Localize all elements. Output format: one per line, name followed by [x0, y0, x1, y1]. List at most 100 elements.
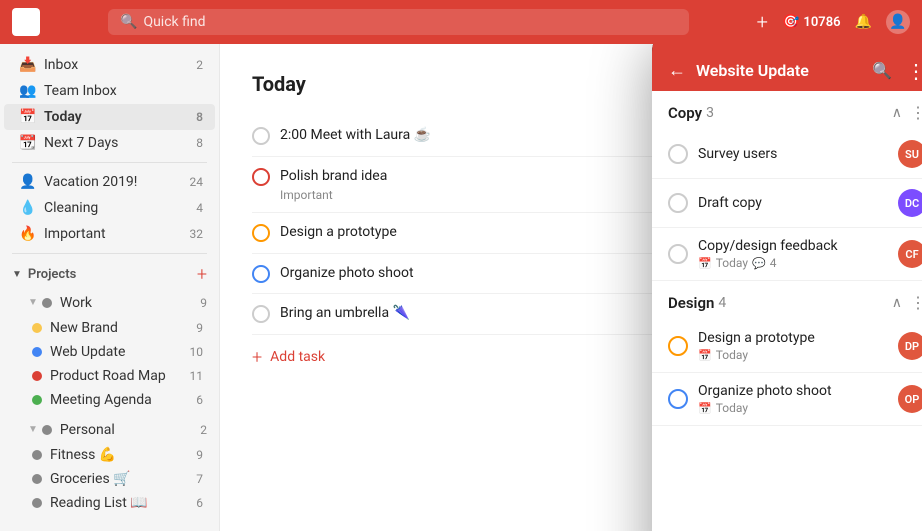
work-dot [42, 298, 52, 308]
important-count: 32 [190, 227, 204, 241]
phone-search-icon[interactable]: 🔍 [872, 61, 892, 81]
reading-label: Reading List 📖 [50, 495, 148, 511]
sidebar-label-important: Important [44, 226, 106, 242]
new-brand-count: 9 [196, 321, 203, 335]
sidebar-item-today[interactable]: 📅 Today 8 [4, 104, 215, 130]
copy-chevron-icon[interactable]: ∧ [892, 105, 902, 121]
project-item-web-update[interactable]: Web Update 10 [4, 340, 215, 364]
sidebar-item-next7[interactable]: 📆 Next 7 Days 8 [4, 130, 215, 156]
web-update-count: 10 [190, 345, 204, 359]
coffee-emoji: ☕ [414, 127, 431, 143]
project-item-new-brand[interactable]: New Brand 9 [4, 316, 215, 340]
phone-more-icon[interactable]: ⋮ [906, 61, 922, 81]
sidebar-label-today: Today [44, 109, 82, 125]
new-brand-label: New Brand [50, 320, 118, 336]
task-text-3: Design a prototype [280, 223, 397, 243]
sidebar-item-cleaning[interactable]: 💧 Cleaning 4 [4, 195, 215, 221]
sidebar-label-cleaning: Cleaning [44, 200, 98, 216]
avatar-button[interactable]: 👤 [886, 10, 910, 34]
web-update-dot [32, 347, 42, 357]
sidebar-divider-1 [12, 162, 207, 163]
search-bar[interactable]: 🔍 Quick find [108, 9, 689, 35]
work-label[interactable]: Work [60, 295, 200, 311]
phone-section-copy-header: Copy 3 ∧ ⋮ [668, 103, 922, 130]
team-icon: 👥 [20, 83, 36, 99]
app-logo[interactable] [12, 8, 40, 36]
survey-avatar: SU [898, 140, 922, 168]
new-brand-dot [32, 323, 42, 333]
phone-task-draft: Draft copy DC [652, 179, 922, 228]
add-project-icon[interactable]: + [197, 264, 207, 285]
organize-photo-circle[interactable] [668, 389, 688, 409]
main-layout: 📥 Inbox 2 👥 Team Inbox 📅 Today 8 📆 Next … [0, 44, 922, 531]
phone-header: ← Website Update 🔍 ⋮ [652, 50, 922, 91]
sidebar-item-inbox[interactable]: 📥 Inbox 2 [4, 52, 215, 78]
survey-circle[interactable] [668, 144, 688, 164]
topbar: 🔍 Quick find + 🎯 10786 🔔 👤 [0, 0, 922, 44]
design-section-actions: ∧ ⋮ [892, 293, 922, 312]
important-icon: 🔥 [20, 226, 36, 242]
next7-count: 8 [196, 136, 203, 150]
meeting-agenda-count: 6 [196, 393, 203, 407]
task-sub-2: Important [280, 188, 387, 202]
sidebar-divider-2 [12, 253, 207, 254]
task-circle-4[interactable] [252, 265, 270, 283]
product-roadmap-label: Product Road Map [50, 368, 166, 384]
product-roadmap-count: 11 [190, 369, 204, 383]
groceries-dot [32, 474, 42, 484]
sidebar-item-vacation[interactable]: 👤 Vacation 2019! 24 [4, 169, 215, 195]
karma-icon: 🎯 [782, 14, 799, 30]
draft-avatar: DC [898, 189, 922, 217]
today-count: 8 [196, 110, 203, 124]
umbrella-emoji: 🌂 [393, 305, 410, 321]
design-chevron-icon[interactable]: ∧ [892, 295, 902, 311]
design-prototype-cal-icon: 📅 [698, 349, 712, 362]
copy-design-comment-count: 4 [770, 256, 777, 270]
work-collapse-arrow[interactable]: ▼ [16, 293, 42, 312]
phone-body: Copy 3 ∧ ⋮ Survey users [652, 91, 922, 531]
task-circle-5[interactable] [252, 305, 270, 323]
task-text-5: Bring an umbrella 🌂 [280, 304, 410, 324]
task-circle-1[interactable] [252, 127, 270, 145]
projects-collapse-icon: ▼ [12, 269, 22, 280]
copy-design-circle[interactable] [668, 244, 688, 264]
design-more-icon[interactable]: ⋮ [910, 293, 922, 312]
personal-collapse-arrow[interactable]: ▼ [16, 420, 42, 439]
vacation-count: 24 [190, 175, 204, 189]
task-circle-2[interactable] [252, 168, 270, 186]
personal-project-row: ▼ Personal 2 [0, 416, 219, 443]
phone-back-button[interactable]: ← [668, 60, 686, 81]
organize-photo-cal-icon: 📅 [698, 402, 712, 415]
organize-photo-text: Organize photo shoot [698, 383, 888, 399]
copy-more-icon[interactable]: ⋮ [910, 103, 922, 122]
project-item-groceries[interactable]: Groceries 🛒 7 [4, 467, 215, 491]
task-circle-3[interactable] [252, 224, 270, 242]
work-count: 9 [200, 296, 207, 310]
bell-button[interactable]: 🔔 [855, 14, 872, 30]
meeting-agenda-dot [32, 395, 42, 405]
project-item-meeting-agenda[interactable]: Meeting Agenda 6 [4, 388, 215, 412]
inbox-count: 2 [196, 58, 203, 72]
add-task-button[interactable]: + [757, 10, 768, 34]
copy-design-date: Today [716, 256, 748, 270]
reading-dot [32, 498, 42, 508]
sidebar-item-team-inbox[interactable]: 👥 Team Inbox [4, 78, 215, 104]
personal-label[interactable]: Personal [60, 422, 200, 438]
karma-button[interactable]: 🎯 10786 [782, 14, 841, 30]
design-prototype-avatar: DP [898, 332, 922, 360]
copy-section-count: 3 [706, 105, 714, 121]
task-text-4: Organize photo shoot [280, 264, 414, 284]
project-item-fitness[interactable]: Fitness 💪 9 [4, 443, 215, 467]
sidebar-item-important[interactable]: 🔥 Important 32 [4, 221, 215, 247]
content-area: Today 💬 👤 ••• 2:00 Meet with Laura ☕ Pol… [220, 44, 922, 531]
phone-overlay: ▲ ▲ ▮ 08:32 ← Website Update 🔍 ⋮ [652, 44, 922, 531]
project-item-reading[interactable]: Reading List 📖 6 [4, 491, 215, 515]
phone-app-title: Website Update [696, 61, 862, 80]
meeting-agenda-label: Meeting Agenda [50, 392, 152, 408]
draft-circle[interactable] [668, 193, 688, 213]
project-item-product-roadmap[interactable]: Product Road Map 11 [4, 364, 215, 388]
design-prototype-circle[interactable] [668, 336, 688, 356]
task-text-2: Polish brand idea [280, 167, 387, 187]
projects-section-header[interactable]: ▼ Projects + [0, 260, 219, 289]
survey-content: Survey users [698, 146, 888, 162]
